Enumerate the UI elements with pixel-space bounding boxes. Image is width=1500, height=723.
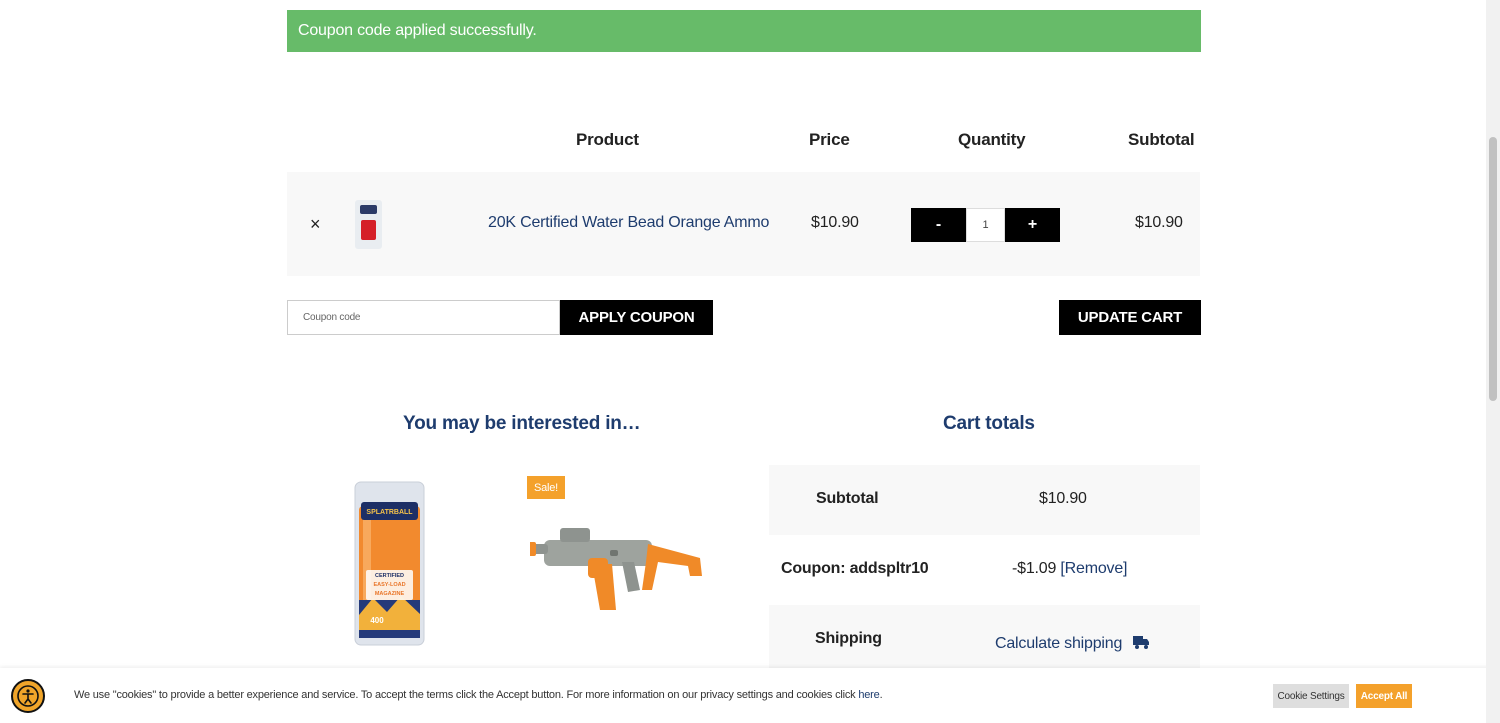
cookie-privacy-link[interactable]: here <box>858 689 879 701</box>
header-quantity: Quantity <box>958 130 1026 149</box>
sale-badge: Sale! <box>527 476 565 499</box>
totals-coupon-label: Coupon: addspltr10 <box>781 560 929 577</box>
notice-text: Coupon code applied successfully. <box>298 22 537 39</box>
header-product: Product <box>576 130 639 149</box>
blaster-product-image[interactable] <box>530 518 705 613</box>
quantity-input[interactable]: 1 <box>966 208 1005 242</box>
magazine-line2-text: EASY-LOAD <box>373 582 405 588</box>
cookie-message-text: We use "cookies" to provide a better exp… <box>74 689 856 701</box>
product-name-link[interactable]: 20K Certified Water Bead Orange Ammo <box>488 214 769 232</box>
accept-all-button[interactable]: Accept All <box>1356 684 1412 708</box>
quantity-increase-button[interactable]: + <box>1005 208 1060 242</box>
cookie-message: We use "cookies" to provide a better exp… <box>74 689 883 701</box>
quantity-decrease-button[interactable]: - <box>911 208 966 242</box>
cookie-settings-button[interactable]: Cookie Settings <box>1273 684 1349 708</box>
apply-coupon-button[interactable]: APPLY COUPON <box>560 300 713 335</box>
magazine-line1-text: CERTIFIED <box>375 573 404 579</box>
coupon-discount-amount: -$1.09 <box>1012 560 1057 577</box>
item-subtotal: $10.90 <box>1135 214 1183 231</box>
totals-subtotal-label: Subtotal <box>816 490 879 507</box>
item-price: $10.90 <box>811 214 859 231</box>
magazine-product-image[interactable]: SPLATRBALL CERTIFIED EASY-LOAD MAGAZINE … <box>353 480 426 647</box>
header-price: Price <box>809 130 850 149</box>
accessibility-icon[interactable] <box>11 679 45 713</box>
recommendations-title: You may be interested in… <box>403 413 641 434</box>
totals-subtotal-value: $10.90 <box>1039 490 1087 507</box>
product-thumbnail[interactable] <box>355 200 382 249</box>
truck-icon <box>1133 636 1150 649</box>
header-subtotal: Subtotal <box>1128 130 1195 149</box>
update-cart-button[interactable]: UPDATE CART <box>1059 300 1201 335</box>
coupon-success-notice: Coupon code applied successfully. <box>287 10 1201 52</box>
calculate-shipping-link[interactable]: Calculate shipping <box>995 634 1150 653</box>
calculate-shipping-text[interactable]: Calculate shipping <box>995 635 1122 652</box>
coupon-code-input[interactable]: Coupon code <box>287 300 560 335</box>
magazine-count-text: 400 <box>370 616 384 625</box>
magazine-brand-text: SPLATRBALL <box>366 509 413 516</box>
remove-coupon-link[interactable]: [Remove] <box>1060 560 1127 577</box>
page-scrollbar-thumb[interactable] <box>1489 137 1497 401</box>
remove-item-icon[interactable]: × <box>310 214 321 235</box>
cart-totals-title: Cart totals <box>943 413 1035 434</box>
totals-shipping-label: Shipping <box>815 630 882 647</box>
totals-coupon-value: -$1.09 [Remove] <box>1012 560 1127 578</box>
magazine-line3-text: MAGAZINE <box>375 591 405 597</box>
